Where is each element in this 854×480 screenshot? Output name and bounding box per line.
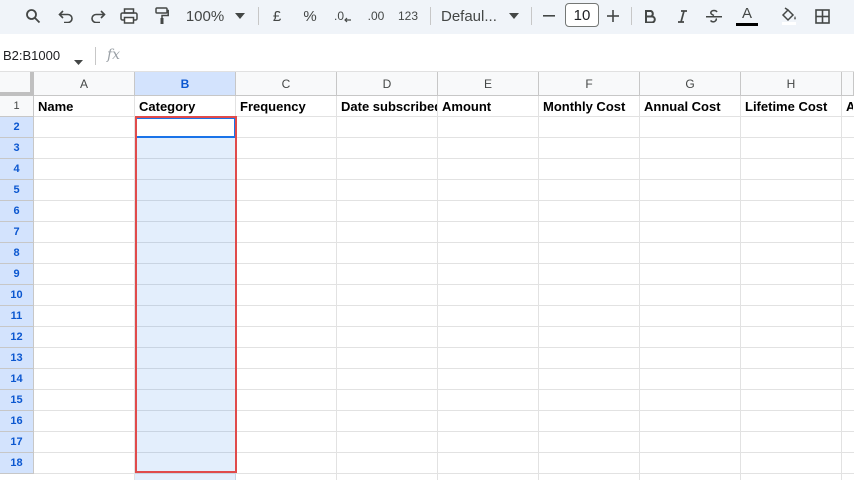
plus-icon[interactable]	[603, 4, 623, 28]
percent-icon[interactable]: %	[299, 4, 321, 28]
column-header-c[interactable]: C	[236, 72, 337, 96]
row-header-18[interactable]: 18	[0, 453, 34, 474]
row-header-6[interactable]: 6	[0, 201, 34, 222]
font-family-select[interactable]: Defaul...	[441, 4, 501, 28]
borders-icon[interactable]	[811, 4, 833, 28]
row-header-2[interactable]: 2	[0, 117, 34, 138]
decrease-decimal-label: .0	[333, 9, 344, 23]
grid-line	[437, 96, 438, 480]
chevron-down-icon[interactable]	[74, 52, 83, 70]
text-color-icon[interactable]: A	[735, 4, 759, 28]
fx-icon: fx	[107, 47, 121, 63]
header-cell[interactable]: Annual Cost	[640, 96, 740, 117]
paint-format-icon[interactable]	[151, 4, 173, 28]
row-header-4[interactable]: 4	[0, 159, 34, 180]
row-header-12[interactable]: 12	[0, 327, 34, 348]
increase-decimal-icon[interactable]: .00	[364, 4, 388, 28]
grid-line	[841, 96, 842, 480]
grid-line	[740, 96, 741, 480]
row-header-15[interactable]: 15	[0, 390, 34, 411]
toolbar: 100% £ % .0 .00 123 Defaul... 10 A	[0, 0, 854, 34]
row-header-17[interactable]: 17	[0, 432, 34, 453]
column-header-b[interactable]: B	[135, 72, 236, 96]
strikethrough-icon[interactable]	[703, 4, 725, 28]
grid-line	[538, 96, 539, 480]
header-cell[interactable]: Date subscribed	[337, 96, 437, 117]
cell-grid[interactable]: Name Category Frequency Date subscribed Amou…	[34, 96, 854, 480]
number-format-button[interactable]: 123	[396, 4, 420, 28]
row-header-11[interactable]: 11	[0, 306, 34, 327]
header-cell[interactable]: Name	[34, 96, 134, 117]
undo-icon[interactable]	[55, 4, 77, 28]
row-header-10[interactable]: 10	[0, 285, 34, 306]
column-header-f[interactable]: F	[539, 72, 640, 96]
row-header-9[interactable]: 9	[0, 264, 34, 285]
row-header-14[interactable]: 14	[0, 369, 34, 390]
header-cell[interactable]: Frequency	[236, 96, 336, 117]
bold-icon[interactable]	[640, 4, 660, 28]
toolbar-divider	[258, 7, 259, 25]
row-header-3[interactable]: 3	[0, 138, 34, 159]
header-cell[interactable]: Monthly Cost	[539, 96, 639, 117]
chevron-down-icon[interactable]	[506, 4, 522, 28]
column-header-d[interactable]: D	[337, 72, 438, 96]
formula-bar: B2:B1000 fx	[0, 34, 854, 72]
formula-bar-divider	[95, 47, 96, 65]
header-cell[interactable]: Amount	[438, 96, 538, 117]
toolbar-divider	[631, 7, 632, 25]
grid-line	[639, 96, 640, 480]
grid-line	[336, 96, 337, 480]
chevron-down-icon[interactable]	[232, 4, 248, 28]
header-cell[interactable]: A	[842, 96, 853, 117]
redo-icon[interactable]	[87, 4, 109, 28]
row-header-7[interactable]: 7	[0, 222, 34, 243]
toolbar-divider	[531, 7, 532, 25]
currency-icon[interactable]: £	[268, 4, 286, 28]
row-header-16[interactable]: 16	[0, 411, 34, 432]
toolbar-divider	[430, 7, 431, 25]
column-header[interactable]	[842, 72, 854, 96]
decrease-decimal-icon[interactable]: .0	[331, 4, 355, 28]
column-header-a[interactable]: A	[34, 72, 135, 96]
highlight-box	[135, 116, 237, 473]
column-header-g[interactable]: G	[640, 72, 741, 96]
column-header-e[interactable]: E	[438, 72, 539, 96]
name-box[interactable]: B2:B1000	[3, 48, 60, 63]
italic-icon[interactable]	[672, 4, 692, 28]
row-header-1[interactable]: 1	[0, 96, 34, 117]
row-header-8[interactable]: 8	[0, 243, 34, 264]
increase-decimal-label: .00	[367, 9, 385, 23]
font-size-input[interactable]: 10	[565, 3, 599, 27]
column-header-h[interactable]: H	[741, 72, 842, 96]
row-header-5[interactable]: 5	[0, 180, 34, 201]
fill-color-icon[interactable]	[777, 4, 801, 28]
search-icon[interactable]	[22, 4, 44, 28]
header-cell[interactable]: Lifetime Cost	[741, 96, 841, 117]
minus-icon[interactable]	[539, 4, 559, 28]
row-header-13[interactable]: 13	[0, 348, 34, 369]
select-all-corner[interactable]	[0, 72, 34, 96]
zoom-select[interactable]: 100%	[184, 4, 226, 28]
text-color-letter: A	[741, 4, 752, 22]
header-cell[interactable]: Category	[135, 96, 235, 117]
print-icon[interactable]	[118, 4, 140, 28]
